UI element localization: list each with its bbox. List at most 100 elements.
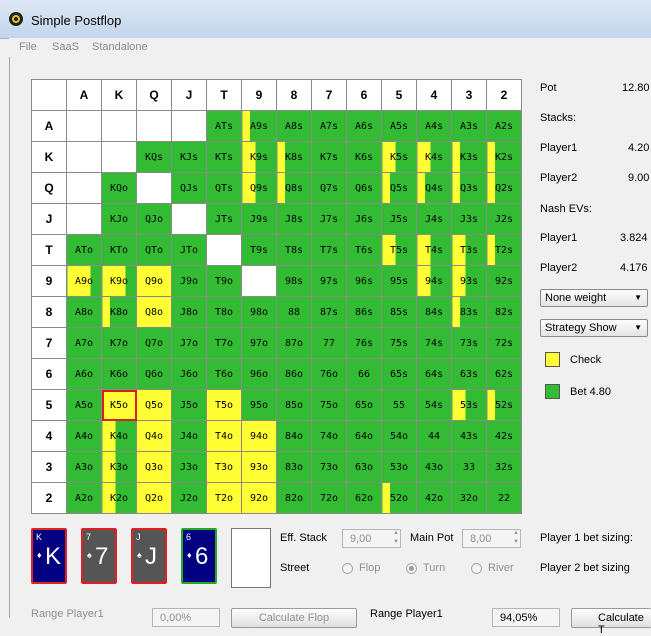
hand-cell[interactable]: 42o (416, 482, 452, 514)
hand-cell[interactable]: A3s (451, 110, 487, 142)
hand-cell[interactable]: 54s (416, 389, 452, 421)
hand-cell[interactable]: 65o (346, 389, 382, 421)
hand-cell[interactable]: Q7o (136, 327, 172, 359)
hand-cell[interactable]: K9s (241, 141, 277, 173)
hand-cell[interactable]: 83o (276, 451, 312, 483)
main-pot-input[interactable]: 8,00 ▲ ▼ (462, 529, 521, 548)
hand-cell[interactable]: QTo (136, 234, 172, 266)
hand-cell[interactable]: 92s (486, 265, 522, 297)
hand-cell[interactable]: J4s (416, 203, 452, 235)
hand-cell[interactable]: Q4o (136, 420, 172, 452)
menu-saas[interactable]: SaaS (52, 41, 79, 53)
hand-cell[interactable]: J2s (486, 203, 522, 235)
hand-cell[interactable]: A6o (66, 358, 102, 390)
hand-cell[interactable]: A8s (276, 110, 312, 142)
hand-cell[interactable]: 65s (381, 358, 417, 390)
hand-cell[interactable]: Q6s (346, 172, 382, 204)
hand-cell[interactable] (206, 234, 242, 266)
hand-cell[interactable]: T4o (206, 420, 242, 452)
hand-cell[interactable]: T2s (486, 234, 522, 266)
hand-cell[interactable]: 33 (451, 451, 487, 483)
board-card-1[interactable]: K ♦ K (31, 528, 67, 584)
hand-cell[interactable]: 87o (276, 327, 312, 359)
hand-cell[interactable]: T4s (416, 234, 452, 266)
street-flop-radio[interactable] (342, 563, 353, 574)
hand-cell[interactable]: 83s (451, 296, 487, 328)
spin-down-icon[interactable]: ▼ (393, 539, 399, 545)
hand-cell[interactable]: 64s (416, 358, 452, 390)
hand-cell[interactable]: 43s (451, 420, 487, 452)
street-river-radio[interactable] (471, 563, 482, 574)
hand-cell[interactable]: 86s (346, 296, 382, 328)
hand-cell[interactable]: 66 (346, 358, 382, 390)
hand-cell[interactable] (66, 172, 102, 204)
calculate-flop-button[interactable]: Calculate Flop (231, 608, 357, 628)
hand-cell[interactable]: 92o (241, 482, 277, 514)
spin-up-icon[interactable]: ▲ (393, 530, 399, 536)
hand-cell[interactable]: 93s (451, 265, 487, 297)
hand-cell[interactable] (66, 110, 102, 142)
board-card-4[interactable]: 6 ♦ 6 (181, 528, 217, 584)
hand-cell[interactable]: T7s (311, 234, 347, 266)
hand-cell[interactable]: 87s (311, 296, 347, 328)
hand-cell[interactable]: J8s (276, 203, 312, 235)
hand-cell[interactable]: QTs (206, 172, 242, 204)
hand-cell[interactable]: 42s (486, 420, 522, 452)
hand-cell[interactable]: T9o (206, 265, 242, 297)
hand-cell[interactable] (66, 141, 102, 173)
hand-cell[interactable]: 52o (381, 482, 417, 514)
hand-cell[interactable]: 75o (311, 389, 347, 421)
hand-cell[interactable] (241, 265, 277, 297)
hand-cell[interactable]: K7o (101, 327, 137, 359)
hand-cell[interactable]: K4s (416, 141, 452, 173)
hand-cell[interactable]: 85o (276, 389, 312, 421)
hand-cell[interactable]: T9s (241, 234, 277, 266)
hand-cell[interactable]: 96o (241, 358, 277, 390)
hand-cell[interactable]: 76o (311, 358, 347, 390)
hand-cell[interactable] (171, 203, 207, 235)
hand-cell[interactable]: A9s (241, 110, 277, 142)
hand-cell[interactable]: K6s (346, 141, 382, 173)
spin-up-icon[interactable]: ▲ (513, 530, 519, 536)
hand-cell[interactable]: 63s (451, 358, 487, 390)
strategy-dropdown[interactable]: Strategy Show ▼ (540, 319, 648, 337)
hand-cell[interactable]: Q5o (136, 389, 172, 421)
hand-cell[interactable]: A5s (381, 110, 417, 142)
hand-cell[interactable]: T2o (206, 482, 242, 514)
hand-cell[interactable]: T6s (346, 234, 382, 266)
calculate-turn-button[interactable]: Calculate T (571, 608, 651, 636)
hand-cell[interactable]: 73o (311, 451, 347, 483)
hand-cell[interactable]: 95s (381, 265, 417, 297)
hand-cell[interactable]: A8o (66, 296, 102, 328)
hand-cell[interactable]: 76s (346, 327, 382, 359)
hand-cell[interactable]: KQs (136, 141, 172, 173)
hand-cell[interactable]: 77 (311, 327, 347, 359)
hand-cell[interactable]: J9o (171, 265, 207, 297)
hand-cell[interactable]: 75s (381, 327, 417, 359)
hand-cell[interactable]: A4o (66, 420, 102, 452)
hand-cell[interactable] (101, 141, 137, 173)
hand-cell[interactable]: 74o (311, 420, 347, 452)
hand-cell[interactable]: A2o (66, 482, 102, 514)
hand-cell[interactable]: K2o (101, 482, 137, 514)
hand-cell[interactable]: A6s (346, 110, 382, 142)
hand-cell[interactable]: 94s (416, 265, 452, 297)
hand-cell[interactable]: A3o (66, 451, 102, 483)
hand-cell[interactable]: 86o (276, 358, 312, 390)
hand-cell[interactable] (101, 110, 137, 142)
hand-cell[interactable]: T6o (206, 358, 242, 390)
hand-cell[interactable]: A9o (66, 265, 102, 297)
hand-cell[interactable]: KTs (206, 141, 242, 173)
hand-cell[interactable]: 32o (451, 482, 487, 514)
board-card-3[interactable]: J ♠ J (131, 528, 167, 584)
hand-cell[interactable]: KQo (101, 172, 137, 204)
hand-cell[interactable]: 43o (416, 451, 452, 483)
hand-cell[interactable]: 95o (241, 389, 277, 421)
hand-cell[interactable]: 62o (346, 482, 382, 514)
hand-cell[interactable]: JTs (206, 203, 242, 235)
hand-cell[interactable]: 84o (276, 420, 312, 452)
hand-cell[interactable]: 98s (276, 265, 312, 297)
street-turn-radio[interactable] (406, 563, 417, 574)
hand-cell[interactable]: 52s (486, 389, 522, 421)
spin-down-icon[interactable]: ▼ (513, 539, 519, 545)
